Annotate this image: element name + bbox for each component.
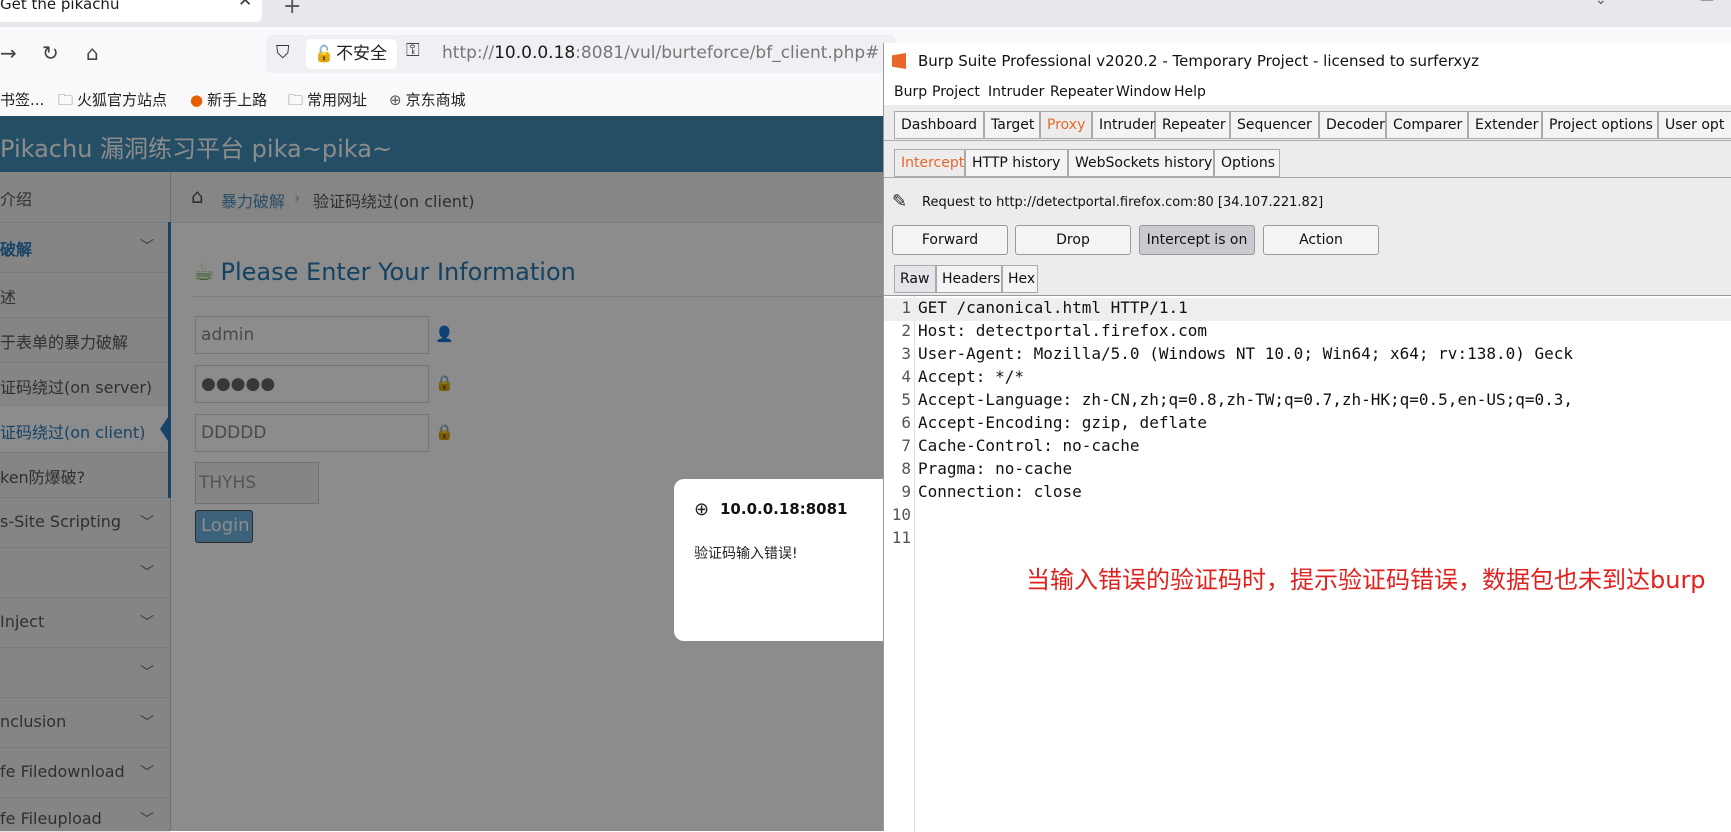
tab-extender[interactable]: Extender — [1468, 111, 1542, 139]
request-line[interactable]: 11 — [884, 528, 1731, 551]
burp-title: Burp Suite Professional v2020.2 - Tempor… — [918, 52, 1480, 70]
url-host: 10.0.0.18 — [494, 43, 576, 63]
tab-sequencer[interactable]: Sequencer — [1230, 111, 1319, 139]
menu-intruder[interactable]: Intruder — [988, 84, 1044, 100]
bookmark-item[interactable]: 🗀 常用网址 — [288, 89, 367, 115]
tab-user-options[interactable]: User opt — [1658, 111, 1731, 139]
url-rest: :8081/vul/burteforce/bf_client.php# — [575, 43, 880, 63]
request-line[interactable]: 10 — [884, 505, 1731, 528]
key-icon[interactable]: ⚿ — [406, 40, 420, 61]
tab-proxy[interactable]: Proxy — [1040, 111, 1092, 139]
new-tab-icon[interactable]: + — [283, 0, 301, 19]
dialog-host: 10.0.0.18:8081 — [720, 500, 848, 518]
forward-icon[interactable]: → — [0, 41, 17, 65]
view-tab-hex[interactable]: Hex — [1002, 265, 1038, 293]
folder-icon: 🗀 — [288, 91, 304, 109]
alert-dialog: ⊕ 10.0.0.18:8081 验证码输入错误! — [674, 479, 894, 641]
request-editor[interactable]: 1 GET /canonical.html HTTP/1.1 2 Host: det… — [884, 295, 1731, 832]
menu-help[interactable]: Help — [1174, 84, 1206, 100]
view-tab-headers[interactable]: Headers — [936, 265, 1002, 293]
subtab-websockets-history[interactable]: WebSockets history — [1068, 149, 1214, 177]
request-line[interactable]: 5 Accept-Language: zh-CN,zh;q=0.8,zh-TW;q… — [884, 390, 1731, 413]
menu-repeater[interactable]: Repeater — [1050, 84, 1114, 100]
shield-icon[interactable]: ⛉ — [276, 42, 290, 63]
tab-decoder[interactable]: Decoder — [1319, 111, 1386, 139]
menu-burp[interactable]: Burp — [894, 84, 927, 100]
request-line[interactable]: 7 Cache-Control: no-cache — [884, 436, 1731, 459]
tab-dashboard[interactable]: Dashboard — [894, 111, 984, 139]
request-line[interactable]: 8 Pragma: no-cache — [884, 459, 1731, 482]
insecure-label: 不安全 — [336, 44, 387, 64]
tab-title: Get the pikachu — [0, 0, 120, 13]
bookmark-item[interactable]: ⊕ 京东商城 — [389, 89, 466, 110]
tab-target[interactable]: Target — [984, 111, 1040, 139]
url-prefix: http:// — [442, 43, 495, 63]
bookmark-item[interactable]: 🗀 火狐官方站点 — [58, 89, 167, 115]
view-tab-raw[interactable]: Raw — [894, 265, 936, 293]
tab-repeater[interactable]: Repeater — [1155, 111, 1230, 139]
url-bar[interactable]: ⛉ 🔓 不安全 ⚿ http://10.0.0.18:8081/vul/burt… — [266, 35, 896, 73]
burp-window: Burp Suite Professional v2020.2 - Tempor… — [883, 43, 1731, 832]
close-icon[interactable]: ✕ — [238, 0, 252, 10]
reload-icon[interactable]: ↻ — [42, 41, 59, 65]
chevron-down-icon[interactable]: ⌄ — [1595, 0, 1607, 8]
subtab-options[interactable]: Options — [1214, 149, 1280, 177]
folder-icon: 🗀 — [58, 91, 74, 109]
pencil-icon: ✎ — [892, 191, 908, 212]
insecure-lock-icon: 🔓 — [314, 44, 334, 63]
burp-title-bar: Burp Suite Professional v2020.2 - Tempor… — [884, 43, 1731, 79]
subtabs-divider — [884, 177, 1731, 178]
action-button[interactable]: Action — [1263, 225, 1379, 255]
browser-tab[interactable]: Get the pikachu ✕ — [0, 0, 262, 22]
burp-logo-icon — [892, 53, 906, 69]
burp-main-tabs: Dashboard Target Proxy Intruder Repeater… — [884, 111, 1731, 141]
minimize-icon[interactable]: — — [1700, 0, 1714, 8]
tabs-divider — [884, 140, 1731, 141]
drop-button[interactable]: Drop — [1015, 225, 1131, 255]
menu-project[interactable]: Project — [932, 84, 980, 100]
forward-button[interactable]: Forward — [892, 225, 1008, 255]
dialog-message: 验证码输入错误! — [694, 546, 798, 562]
request-line[interactable]: 4 Accept: */* — [884, 367, 1731, 390]
request-line[interactable]: 1 GET /canonical.html HTTP/1.1 — [884, 298, 1731, 321]
url-text[interactable]: http://10.0.0.18:8081/vul/burteforce/bf_… — [442, 43, 879, 63]
request-line[interactable]: 2 Host: detectportal.firefox.com — [884, 321, 1731, 344]
request-info: Request to http://detectportal.firefox.c… — [922, 195, 1324, 210]
burp-menu-bar: Burp Project Intruder Repeater Window He… — [884, 79, 1731, 105]
firefox-icon: ● — [190, 91, 204, 109]
home-icon[interactable]: ⌂ — [86, 41, 99, 65]
intercept-toggle-button[interactable]: Intercept is on — [1139, 225, 1255, 255]
subtab-intercept[interactable]: Intercept — [894, 149, 965, 177]
subtab-http-history[interactable]: HTTP history — [965, 149, 1068, 177]
tab-intruder[interactable]: Intruder — [1092, 111, 1155, 139]
annotation-text: 当输入错误的验证码时，提示验证码错误，数据包也未到达burp — [1026, 566, 1706, 594]
bookmark-item[interactable]: 书签... — [0, 89, 44, 110]
globe-icon: ⊕ — [694, 499, 710, 520]
globe-icon: ⊕ — [389, 91, 402, 109]
request-line[interactable]: 6 Accept-Encoding: gzip, deflate — [884, 413, 1731, 436]
bookmark-item[interactable]: ● 新手上路 — [190, 89, 267, 110]
tab-project-options[interactable]: Project options — [1542, 111, 1658, 139]
insecure-badge[interactable]: 🔓 不安全 — [306, 39, 397, 69]
browser-tab-bar: Get the pikachu ✕ + ⌄ — — [0, 0, 1731, 27]
tab-comparer[interactable]: Comparer — [1386, 111, 1468, 139]
request-line[interactable]: 9 Connection: close — [884, 482, 1731, 505]
menu-window[interactable]: Window — [1116, 84, 1171, 100]
request-line[interactable]: 3 User-Agent: Mozilla/5.0 (Windows NT 10.… — [884, 344, 1731, 367]
